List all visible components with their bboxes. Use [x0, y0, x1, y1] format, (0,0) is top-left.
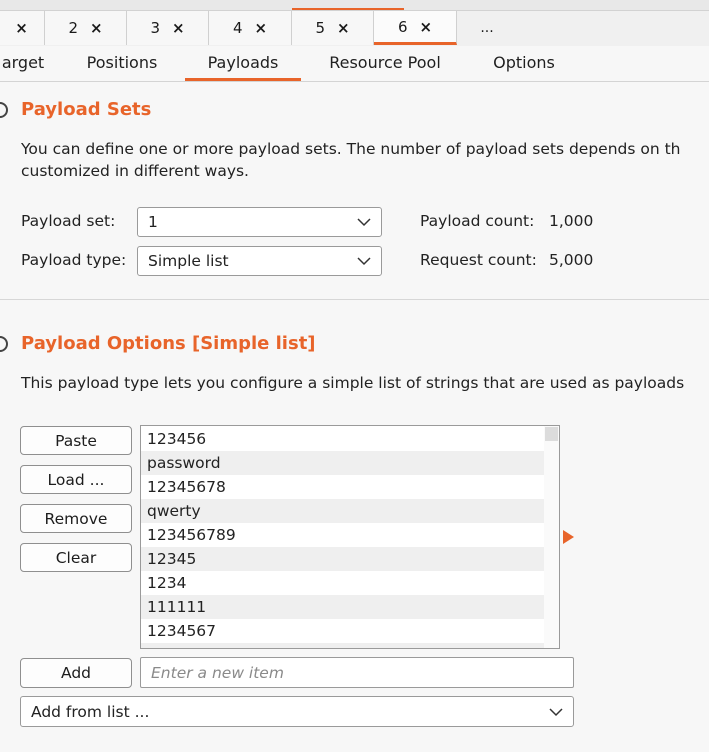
payload-count-label: Payload count:	[420, 212, 535, 230]
attack-tab-3[interactable]: 3 ×	[127, 11, 209, 45]
attack-tabs: × 2 × 3 × 4 × 5 × 6 × ...	[0, 11, 709, 47]
list-item[interactable]: qwerty	[141, 499, 545, 523]
payload-options-title: Payload Options [Simple list]	[21, 333, 316, 354]
chevron-down-icon	[357, 257, 371, 266]
payload-type-label: Payload type:	[21, 251, 127, 269]
help-icon[interactable]	[0, 336, 8, 352]
new-item-input[interactable]	[140, 657, 574, 688]
close-icon[interactable]: ×	[15, 19, 28, 37]
load-button[interactable]: Load ...	[20, 465, 132, 494]
list-item[interactable]: password	[141, 451, 545, 475]
payload-type-value: Simple list	[148, 252, 229, 270]
add-from-list-label: Add from list ...	[31, 702, 150, 721]
payload-sets-description-2: customized in different ways.	[21, 162, 249, 180]
payload-set-label: Payload set:	[21, 212, 116, 230]
payload-set-select[interactable]: 1	[137, 207, 382, 237]
request-count-label: Request count:	[420, 251, 537, 269]
top-tab-strip	[0, 0, 709, 11]
tab-positions[interactable]: Positions	[70, 46, 174, 79]
tab-label: 5	[315, 19, 325, 37]
intruder-subtabs: arget Positions Payloads Resource Pool O…	[0, 46, 709, 82]
section-divider	[0, 299, 709, 300]
paste-button[interactable]: Paste	[20, 426, 132, 455]
list-item[interactable]: 1234567	[141, 619, 545, 643]
close-icon[interactable]: ×	[254, 19, 267, 37]
close-icon[interactable]: ×	[90, 19, 103, 37]
chevron-down-icon	[549, 708, 563, 717]
list-item[interactable]: 123456	[141, 427, 545, 451]
tab-label: 2	[68, 19, 78, 37]
request-count-value: 5,000	[549, 251, 594, 269]
tab-options[interactable]: Options	[478, 46, 570, 79]
tab-label: 4	[232, 19, 243, 37]
payload-set-value: 1	[148, 213, 158, 231]
payload-list[interactable]: 123456 password 12345678 qwerty 12345678…	[140, 425, 560, 649]
list-item[interactable]: 1234	[141, 571, 545, 595]
list-item[interactable]	[141, 643, 545, 648]
chevron-down-icon	[357, 218, 371, 227]
list-item[interactable]: 12345	[141, 547, 545, 571]
add-button[interactable]: Add	[20, 658, 132, 688]
tab-label: ...	[480, 20, 494, 36]
close-icon[interactable]: ×	[337, 19, 350, 37]
remove-button[interactable]: Remove	[20, 504, 132, 533]
collapse-arrow-icon[interactable]	[563, 530, 574, 544]
list-item[interactable]: 123456789	[141, 523, 545, 547]
list-item[interactable]: 111111	[141, 595, 545, 619]
add-from-list-select[interactable]: Add from list ...	[20, 696, 574, 727]
list-scrollbar[interactable]	[544, 426, 559, 648]
scrollbar-thumb[interactable]	[545, 427, 558, 441]
tab-label: 6	[397, 17, 408, 36]
payload-count-value: 1,000	[549, 212, 594, 230]
close-icon[interactable]: ×	[172, 19, 185, 37]
payload-sets-title: Payload Sets	[21, 99, 152, 120]
attack-tab-5[interactable]: 5 ×	[292, 11, 374, 45]
attack-tab-2[interactable]: 2 ×	[45, 11, 127, 45]
attack-tab-4[interactable]: 4 ×	[209, 11, 292, 45]
payload-type-select[interactable]: Simple list	[137, 246, 382, 276]
more-tabs-button[interactable]: ...	[457, 11, 517, 45]
list-item[interactable]: 12345678	[141, 475, 545, 499]
tab-label: 3	[150, 19, 160, 37]
close-icon[interactable]: ×	[419, 18, 432, 36]
tab-payloads[interactable]: Payloads	[185, 46, 301, 81]
attack-tab-1[interactable]: ×	[0, 11, 45, 45]
tab-resource-pool[interactable]: Resource Pool	[314, 46, 456, 79]
attack-tab-6[interactable]: 6 ×	[374, 11, 457, 45]
payload-sets-description: You can define one or more payload sets.…	[21, 140, 681, 158]
top-active-indicator	[292, 0, 404, 10]
tab-target[interactable]: arget	[0, 46, 48, 79]
clear-button[interactable]: Clear	[20, 543, 132, 572]
help-icon[interactable]	[0, 102, 8, 118]
payload-options-description: This payload type lets you configure a s…	[21, 374, 685, 392]
